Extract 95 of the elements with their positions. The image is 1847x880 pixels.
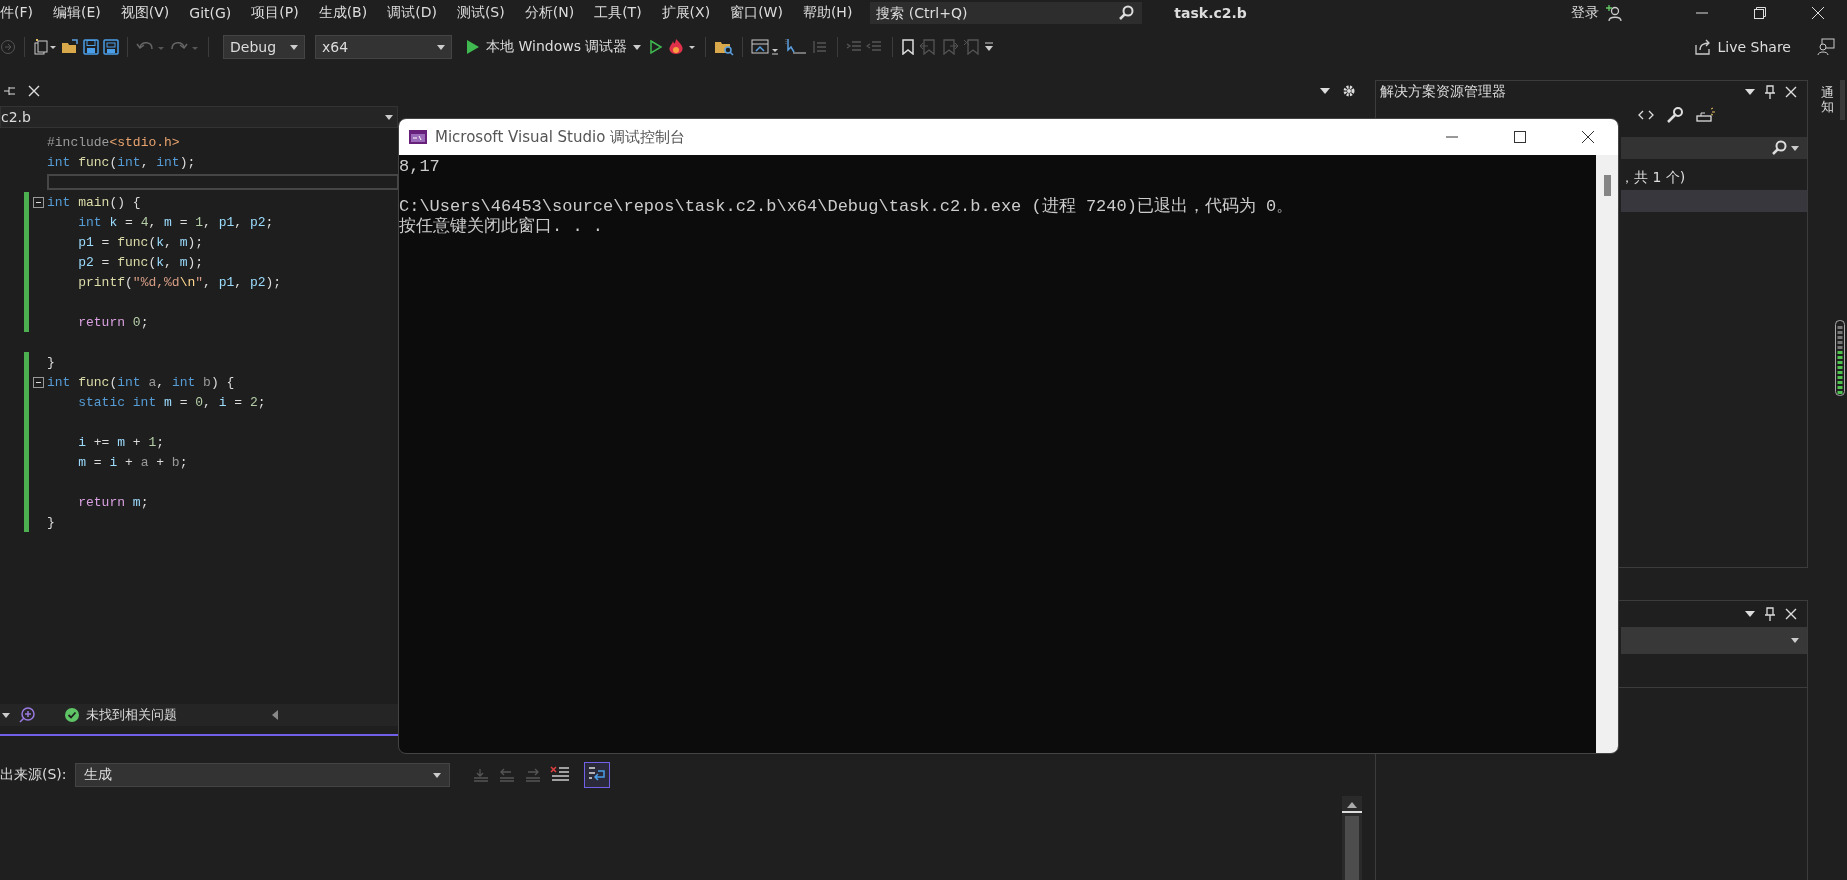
- menu-item[interactable]: 扩展(X): [651, 4, 721, 22]
- file-navigation-dropdown[interactable]: c2.b: [0, 106, 398, 128]
- code-line: return 0;: [77, 314, 149, 330]
- panel-title: 解决方案资源管理器: [1380, 83, 1506, 101]
- code-line: p2 = func(k, m);: [77, 254, 204, 270]
- dropdown-caret-icon[interactable]: [1745, 89, 1755, 95]
- code-line: int k = 4, m = 1, p1, p2;: [77, 214, 274, 230]
- properties-icon[interactable]: [1696, 107, 1716, 123]
- share-icon: [1693, 38, 1712, 56]
- save-icon[interactable]: [83, 39, 99, 55]
- configuration-dropdown[interactable]: Debug: [223, 35, 305, 59]
- menu-item[interactable]: 编辑(E): [43, 4, 111, 22]
- platform-dropdown[interactable]: x64: [315, 35, 452, 59]
- code-line: #include<stdio.h>: [47, 134, 180, 150]
- menu-item[interactable]: 分析(N): [514, 4, 585, 22]
- pointer-icon[interactable]: [785, 38, 808, 56]
- open-folder-icon[interactable]: [61, 39, 79, 55]
- close-icon[interactable]: [1582, 131, 1594, 143]
- maximize-icon[interactable]: [1514, 131, 1526, 143]
- notifications-tab[interactable]: 通知: [1821, 86, 1834, 115]
- caret-icon: [1791, 145, 1799, 151]
- user-add-icon[interactable]: [1605, 4, 1623, 22]
- code-line: }: [47, 514, 55, 530]
- menu-item[interactable]: 测试(S): [446, 4, 515, 22]
- menu-item[interactable]: 件(F): [0, 4, 43, 22]
- code-line: return m;: [77, 494, 149, 510]
- flame-icon[interactable]: [667, 38, 698, 56]
- play-outline-icon[interactable]: [649, 39, 664, 55]
- scrollbar[interactable]: [1840, 80, 1845, 120]
- check-icon: [64, 707, 80, 723]
- menu-item[interactable]: 视图(V): [110, 4, 180, 22]
- menu-item[interactable]: 工具(T): [584, 4, 652, 22]
- code-line: int func(int, int);: [47, 154, 196, 170]
- caret-icon: [633, 44, 642, 50]
- menu-item[interactable]: 生成(B): [308, 4, 378, 22]
- code-line: i += m + 1;: [77, 434, 165, 450]
- menu-item[interactable]: Git(G): [179, 5, 242, 21]
- caret-icon: [385, 114, 393, 120]
- window-title: Microsoft Visual Studio 调试控制台: [435, 127, 686, 147]
- new-project-icon[interactable]: [33, 38, 57, 56]
- code-line: static int m = 0, i = 2;: [77, 394, 266, 410]
- console-output-line: 按任意键关闭此窗口. . .: [399, 217, 604, 237]
- dropdown-caret-icon[interactable]: [1745, 611, 1755, 617]
- intellicode-icon[interactable]: [18, 706, 36, 724]
- issues-status[interactable]: 未找到相关问题: [64, 706, 264, 724]
- code-line: p1 = func(k, m);: [77, 234, 204, 250]
- caret-icon: [1791, 638, 1799, 643]
- scrollbar[interactable]: [1596, 155, 1618, 753]
- output-source-label: 出来源(S):: [0, 766, 67, 784]
- search-icon: [1771, 140, 1787, 156]
- output-source-dropdown[interactable]: 生成: [74, 763, 450, 787]
- play-icon: [466, 39, 480, 55]
- menu-item[interactable]: 调试(D): [377, 4, 447, 22]
- bookmark-icon[interactable]: [901, 39, 916, 55]
- scrollbar[interactable]: [1342, 796, 1362, 880]
- sign-in-link[interactable]: 登录: [1571, 4, 1599, 22]
- collapse-icon[interactable]: [33, 376, 44, 388]
- scroll-left-icon[interactable]: [272, 710, 278, 720]
- clear-all-icon[interactable]: [549, 766, 570, 784]
- scroll-up-icon[interactable]: [1347, 802, 1357, 808]
- pin-icon[interactable]: [4, 85, 16, 97]
- dropdown-caret-icon[interactable]: [2, 712, 10, 718]
- code-line: }: [47, 354, 55, 370]
- code-line: m = i + a + b;: [77, 454, 188, 470]
- code-icon[interactable]: [1638, 109, 1654, 121]
- menu-item[interactable]: 项目(P): [241, 4, 309, 22]
- live-share-button[interactable]: Live Share: [1693, 38, 1791, 56]
- console-output-line: 8,17: [399, 157, 441, 177]
- code-line: int main() {: [47, 194, 141, 210]
- code-line: printf("%d,%d\n", p1, p2);: [77, 274, 282, 290]
- pin-icon[interactable]: [1765, 85, 1775, 99]
- caret-icon: [437, 44, 445, 50]
- menu-item[interactable]: 帮助(H): [792, 4, 863, 22]
- window-title: task.c2.b: [1174, 5, 1247, 21]
- search-field[interactable]: 搜索 (Ctrl+Q): [870, 2, 1143, 24]
- pin-icon[interactable]: [1765, 607, 1775, 621]
- collapse-icon[interactable]: [33, 196, 44, 208]
- toolbar-options-icon[interactable]: [985, 42, 994, 52]
- caret-icon: [290, 44, 298, 50]
- dropdown-caret-icon[interactable]: [1320, 88, 1330, 94]
- feedback-icon[interactable]: [1817, 38, 1835, 56]
- start-debugging-button[interactable]: 本地 Windows 调试器: [462, 38, 646, 56]
- caret-icon: [432, 772, 441, 778]
- code-line: int func(int a, int b) {: [47, 374, 235, 390]
- word-wrap-toggle[interactable]: [583, 762, 610, 788]
- menu-item[interactable]: 窗口(W): [720, 4, 793, 22]
- tree-item[interactable]: ，共 1 个): [1620, 169, 1686, 187]
- settings-icon[interactable]: [1342, 84, 1356, 98]
- search-field[interactable]: [1621, 137, 1807, 159]
- console-output-line: C:\Users\46453\source\repos\task.c2.b\x64\Debug\task.c2.b.exe (进程 7240)已退出，代码为 0。: [399, 197, 1295, 216]
- meter-icon: [1835, 320, 1845, 396]
- restore-icon[interactable]: [1754, 7, 1766, 19]
- wrench-icon[interactable]: [1666, 106, 1684, 124]
- save-all-icon[interactable]: [103, 39, 119, 55]
- console-app-icon: [409, 130, 427, 144]
